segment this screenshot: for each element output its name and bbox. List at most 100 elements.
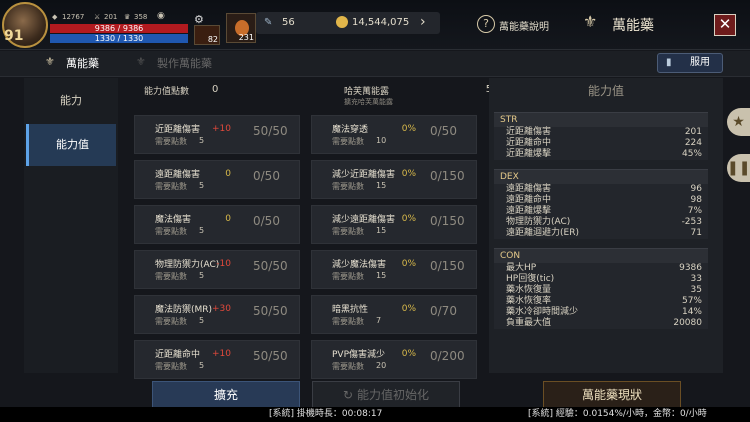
stat-card-req-value: 10 — [376, 136, 387, 145]
stat-row-label: 近距離命中 — [506, 138, 552, 148]
stat-row-value: -253 — [681, 217, 702, 227]
stat-card-bonus: +10 — [212, 124, 231, 134]
stat-card-req-label: 需要點數 — [155, 362, 187, 371]
stat-row-label: 藥水恢復量 — [506, 285, 552, 295]
stat-card-req-label: 需要點數 — [155, 272, 187, 281]
help-label[interactable]: 萬能藥說明 — [499, 18, 549, 33]
potion-slot[interactable]: 82 — [194, 25, 220, 45]
status-left: [系統] 掛機時長：00:08:17 — [269, 409, 383, 419]
stat-card-req-value: 5 — [199, 136, 205, 145]
stat-card[interactable]: 近距離傷害 需要點數 5 +10 50/50 — [134, 115, 300, 154]
sidebar-item-stats[interactable]: 能力值 — [26, 124, 116, 166]
stat-card-bonus: 0% — [401, 124, 416, 134]
hakan-row: 哈芙萬能露 539 / 2875 擴充哈芙萬能露 — [344, 84, 540, 106]
stat-row-value: 20080 — [673, 318, 702, 328]
stat-card-req-label: 需要點數 — [332, 182, 364, 191]
stat-card[interactable]: 暗黑抗性 需要點數 7 0% 0/70 — [311, 295, 477, 334]
stat-card-req-value: 5 — [199, 181, 205, 190]
stat-row-value: 98 — [690, 195, 702, 205]
hp-bar: 9386 / 9386 — [50, 24, 188, 33]
chevron-right-icon[interactable]: › — [420, 14, 426, 30]
mp-bar: 1330 / 1330 — [50, 34, 188, 43]
sidebar-item-ability[interactable]: 能力 — [26, 80, 116, 122]
stat-card-req-value: 20 — [376, 361, 387, 370]
stat-row-label: 藥水冷卻時間減少 — [506, 307, 579, 317]
stat-row-label: 遠距離爆擊 — [506, 206, 552, 216]
stat-row-value: 14% — [681, 307, 702, 317]
side-buttons: ★ ❚❚ — [727, 108, 750, 200]
use-button-label: 服用 — [690, 57, 710, 68]
stat-card[interactable]: 減少魔法傷害 需要點數 15 0% 0/150 — [311, 250, 477, 289]
stats-panel-title: 能力值 — [587, 84, 624, 98]
stat-card[interactable]: 近距離命中 需要點數 5 +10 50/50 — [134, 340, 300, 379]
star-icon[interactable]: ★ — [727, 108, 750, 136]
medal-icon: ◉ — [157, 11, 165, 21]
stat-card-req-label: 需要點數 — [332, 272, 364, 281]
stat-card-level: 0/50 — [253, 214, 280, 228]
points-label: 能力值點數 — [144, 87, 190, 97]
elixir-count: 231 — [238, 33, 254, 42]
stats-section: STR 近距離傷害 201 近距離命中 224 近距離爆擊 45% — [494, 112, 708, 160]
stat-card[interactable]: 減少遠距離傷害 需要點數 15 0% 0/150 — [311, 205, 477, 244]
stat-row: 遠距離命中 98 — [494, 195, 708, 206]
stat-row-label: 負重最大值 — [506, 318, 552, 328]
stat-card[interactable]: 魔法傷害 需要點數 5 0 0/50 — [134, 205, 300, 244]
stat-card-bonus: 0 — [225, 169, 231, 179]
stat-card[interactable]: 遠距離傷害 需要點數 5 0 0/50 — [134, 160, 300, 199]
tab-bar: ⚜ 萬能藥 ⚜ 製作萬能藥 — [0, 51, 750, 77]
item-count: 56 — [282, 17, 295, 28]
stat-row-value: 9386 — [679, 263, 702, 273]
stat-card-level: 50/50 — [253, 124, 288, 138]
stat-card[interactable]: 魔法穿透 需要點數 10 0% 0/50 — [311, 115, 477, 154]
stat-card-req-label: 需要點數 — [155, 182, 187, 191]
stat-card[interactable]: 減少近距離傷害 需要點數 15 0% 0/150 — [311, 160, 477, 199]
stat-card-level: 50/50 — [253, 304, 288, 318]
elixir-status-button[interactable]: 萬能藥現狀 — [543, 381, 681, 409]
stat-row-label: 物理防禦力(AC) — [506, 217, 571, 227]
stats-section-header: DEX — [494, 170, 708, 184]
stat-row: 近距離傷害 201 — [494, 127, 708, 138]
reset-stats-button[interactable]: ↻ 能力值初始化 — [312, 381, 460, 409]
stat-row-label: 遠距離命中 — [506, 195, 552, 205]
stat-row-value: 57% — [681, 296, 702, 306]
use-button[interactable]: ▮ 服用 — [657, 53, 723, 73]
stat-row: 遠距離爆擊 7% — [494, 206, 708, 217]
hakan-expand-link[interactable]: 擴充哈芙萬能露 — [344, 97, 393, 107]
status-bar: [系統] 掛機時長：00:08:17 [系統] 經驗：0.0154%/小時，金幣… — [0, 407, 750, 422]
stat-card-req-value: 5 — [199, 226, 205, 235]
stat-row: 近距離爆擊 45% — [494, 149, 708, 160]
stat-row-value: 224 — [684, 138, 702, 148]
stat-card[interactable]: 物理防禦力(AC) 需要點數 5 -10 50/50 — [134, 250, 300, 289]
close-button[interactable]: ✕ — [714, 14, 736, 36]
stat-card-req-label: 需要點數 — [155, 227, 187, 236]
stat-card-req-value: 15 — [376, 226, 387, 235]
player-level: 91 — [4, 28, 24, 44]
diamond-icon: ◆ — [52, 13, 58, 21]
elixir-emblem-icon: ⚜ — [583, 12, 598, 31]
stat-card-req-value: 5 — [199, 361, 205, 370]
stat-card-bonus: +30 — [212, 304, 231, 314]
stat-row: 遠距離傷害 96 — [494, 184, 708, 195]
craft-tab-icon: ⚜ — [136, 55, 146, 68]
power-value: 12767 — [62, 13, 85, 21]
stat-card-req-label: 需要點數 — [332, 317, 364, 326]
pause-icon[interactable]: ❚❚ — [727, 154, 750, 182]
stat-card-level: 0/50 — [253, 169, 280, 183]
stat-card[interactable]: PVP傷害減少 需要點數 20 0% 0/200 — [311, 340, 477, 379]
help-icon[interactable]: ? — [477, 15, 495, 33]
stat-row: 藥水恢復量 35 — [494, 285, 708, 296]
tab-craft-elixir[interactable]: 製作萬能藥 — [157, 55, 212, 71]
elixir-slot[interactable]: 231 — [226, 13, 256, 43]
stat-row-value: 33 — [690, 274, 702, 284]
tab-elixir[interactable]: 萬能藥 — [66, 55, 99, 71]
sidebar: 能力 能力值 — [24, 78, 118, 373]
stat-card-req-value: 5 — [199, 316, 205, 325]
points-value: 0 — [212, 84, 219, 95]
sword-icon: ⚔ — [94, 13, 101, 21]
stat-card[interactable]: 魔法防禦(MR) 需要點數 5 +30 50/50 — [134, 295, 300, 334]
stat-card-level: 0/150 — [430, 214, 465, 228]
stat-row: 藥水冷卻時間減少 14% — [494, 307, 708, 318]
stat-card-bonus: 0% — [401, 259, 416, 269]
potion-count: 82 — [207, 35, 218, 44]
expand-button[interactable]: 擴充 — [152, 381, 300, 409]
